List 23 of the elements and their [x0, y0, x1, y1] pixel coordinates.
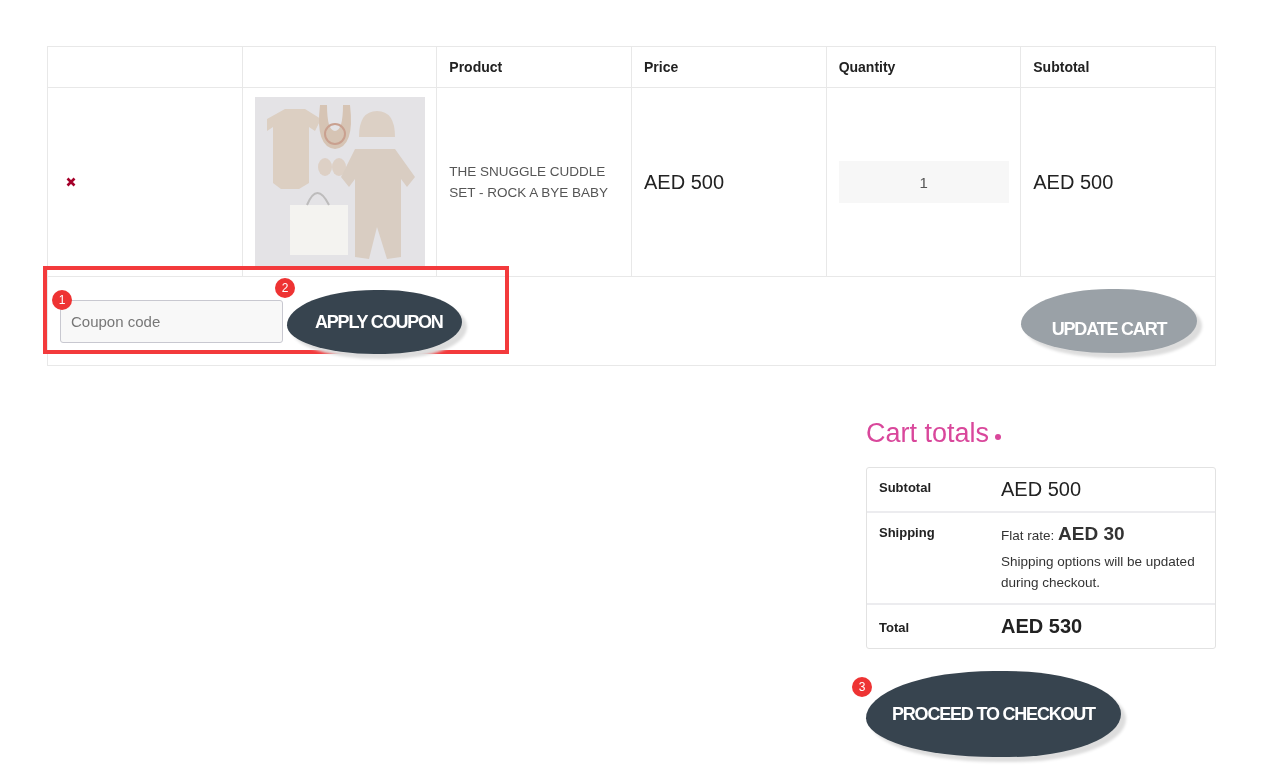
apply-coupon-button[interactable]: APPLY COUPON [287, 290, 462, 354]
marker-badge: 2 [275, 278, 295, 298]
row-label: Shipping [879, 524, 936, 540]
total-value: AED 530 [1001, 615, 1083, 638]
marker-badge: 1 [52, 289, 72, 310]
remove-icon[interactable] [66, 177, 76, 187]
marker-badge: 3 [852, 677, 872, 697]
row-subtotal: AED 500 [1033, 170, 1114, 193]
checkout-button[interactable]: PROCEED TO CHECKOUT [866, 671, 1121, 757]
shipping-rate: Flat rate: AED 30 [1001, 523, 1126, 545]
column-header: Price [643, 59, 679, 75]
row-label: Subtotal [879, 479, 932, 495]
row-label: Total [879, 619, 911, 635]
subtotal-value: AED 500 [1001, 478, 1082, 501]
quantity-field[interactable]: 1 [838, 161, 1009, 203]
column-header: Product [449, 59, 503, 75]
dot-icon [995, 433, 1002, 440]
column-header: Subtotal [1033, 59, 1090, 75]
product-name[interactable]: THE SNUGGLE CUDDLE SET - ROCK A BYE BABY [449, 161, 619, 203]
shipping-note: Shipping options will be updated during checkout. [1001, 553, 1196, 592]
section-title: Cart totals [866, 418, 990, 449]
product-price: AED 500 [643, 170, 725, 193]
column-header: Quantity [838, 59, 896, 75]
